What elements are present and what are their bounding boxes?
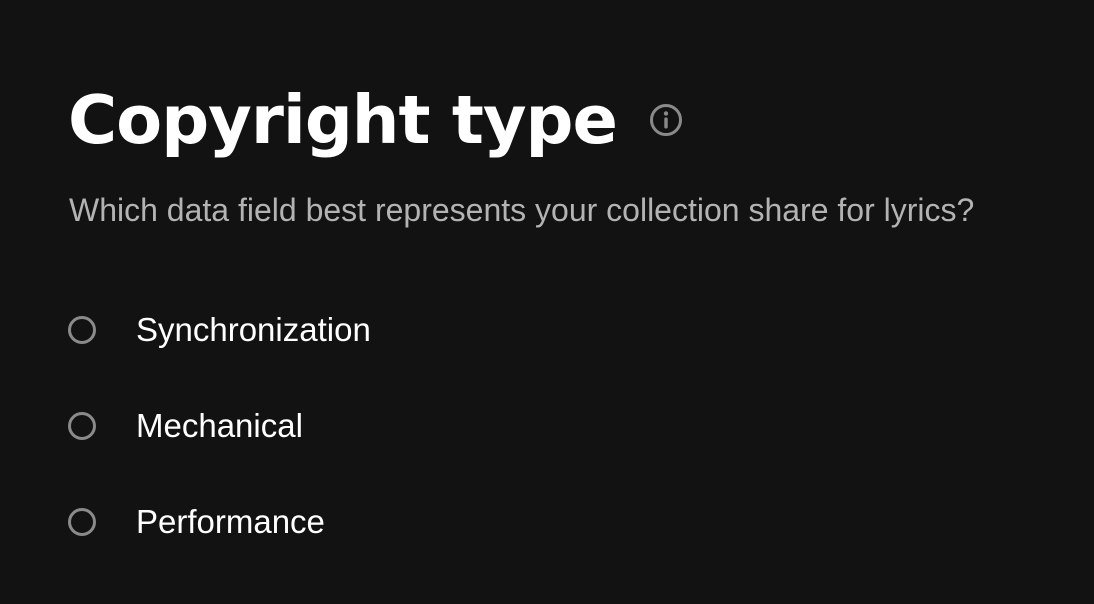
question-text: Which data field best represents your co… [69, 192, 975, 228]
info-circle-icon [649, 104, 682, 136]
option-synchronization[interactable]: Synchronization [68, 298, 371, 362]
info-button[interactable] [649, 103, 683, 137]
option-label: Performance [136, 503, 325, 540]
option-label: Synchronization [136, 311, 371, 348]
title-row: Copyright type [68, 76, 683, 164]
option-performance[interactable]: Performance [68, 490, 371, 554]
radio-button[interactable] [68, 412, 96, 440]
copyright-type-panel: Copyright type Which data field best rep… [0, 0, 1094, 604]
option-label: Mechanical [136, 407, 303, 444]
page-title: Copyright type [68, 80, 618, 159]
copyright-type-radio-group: Synchronization Mechanical Performance [68, 298, 371, 586]
radio-button[interactable] [68, 508, 96, 536]
radio-button[interactable] [68, 316, 96, 344]
option-mechanical[interactable]: Mechanical [68, 394, 371, 458]
